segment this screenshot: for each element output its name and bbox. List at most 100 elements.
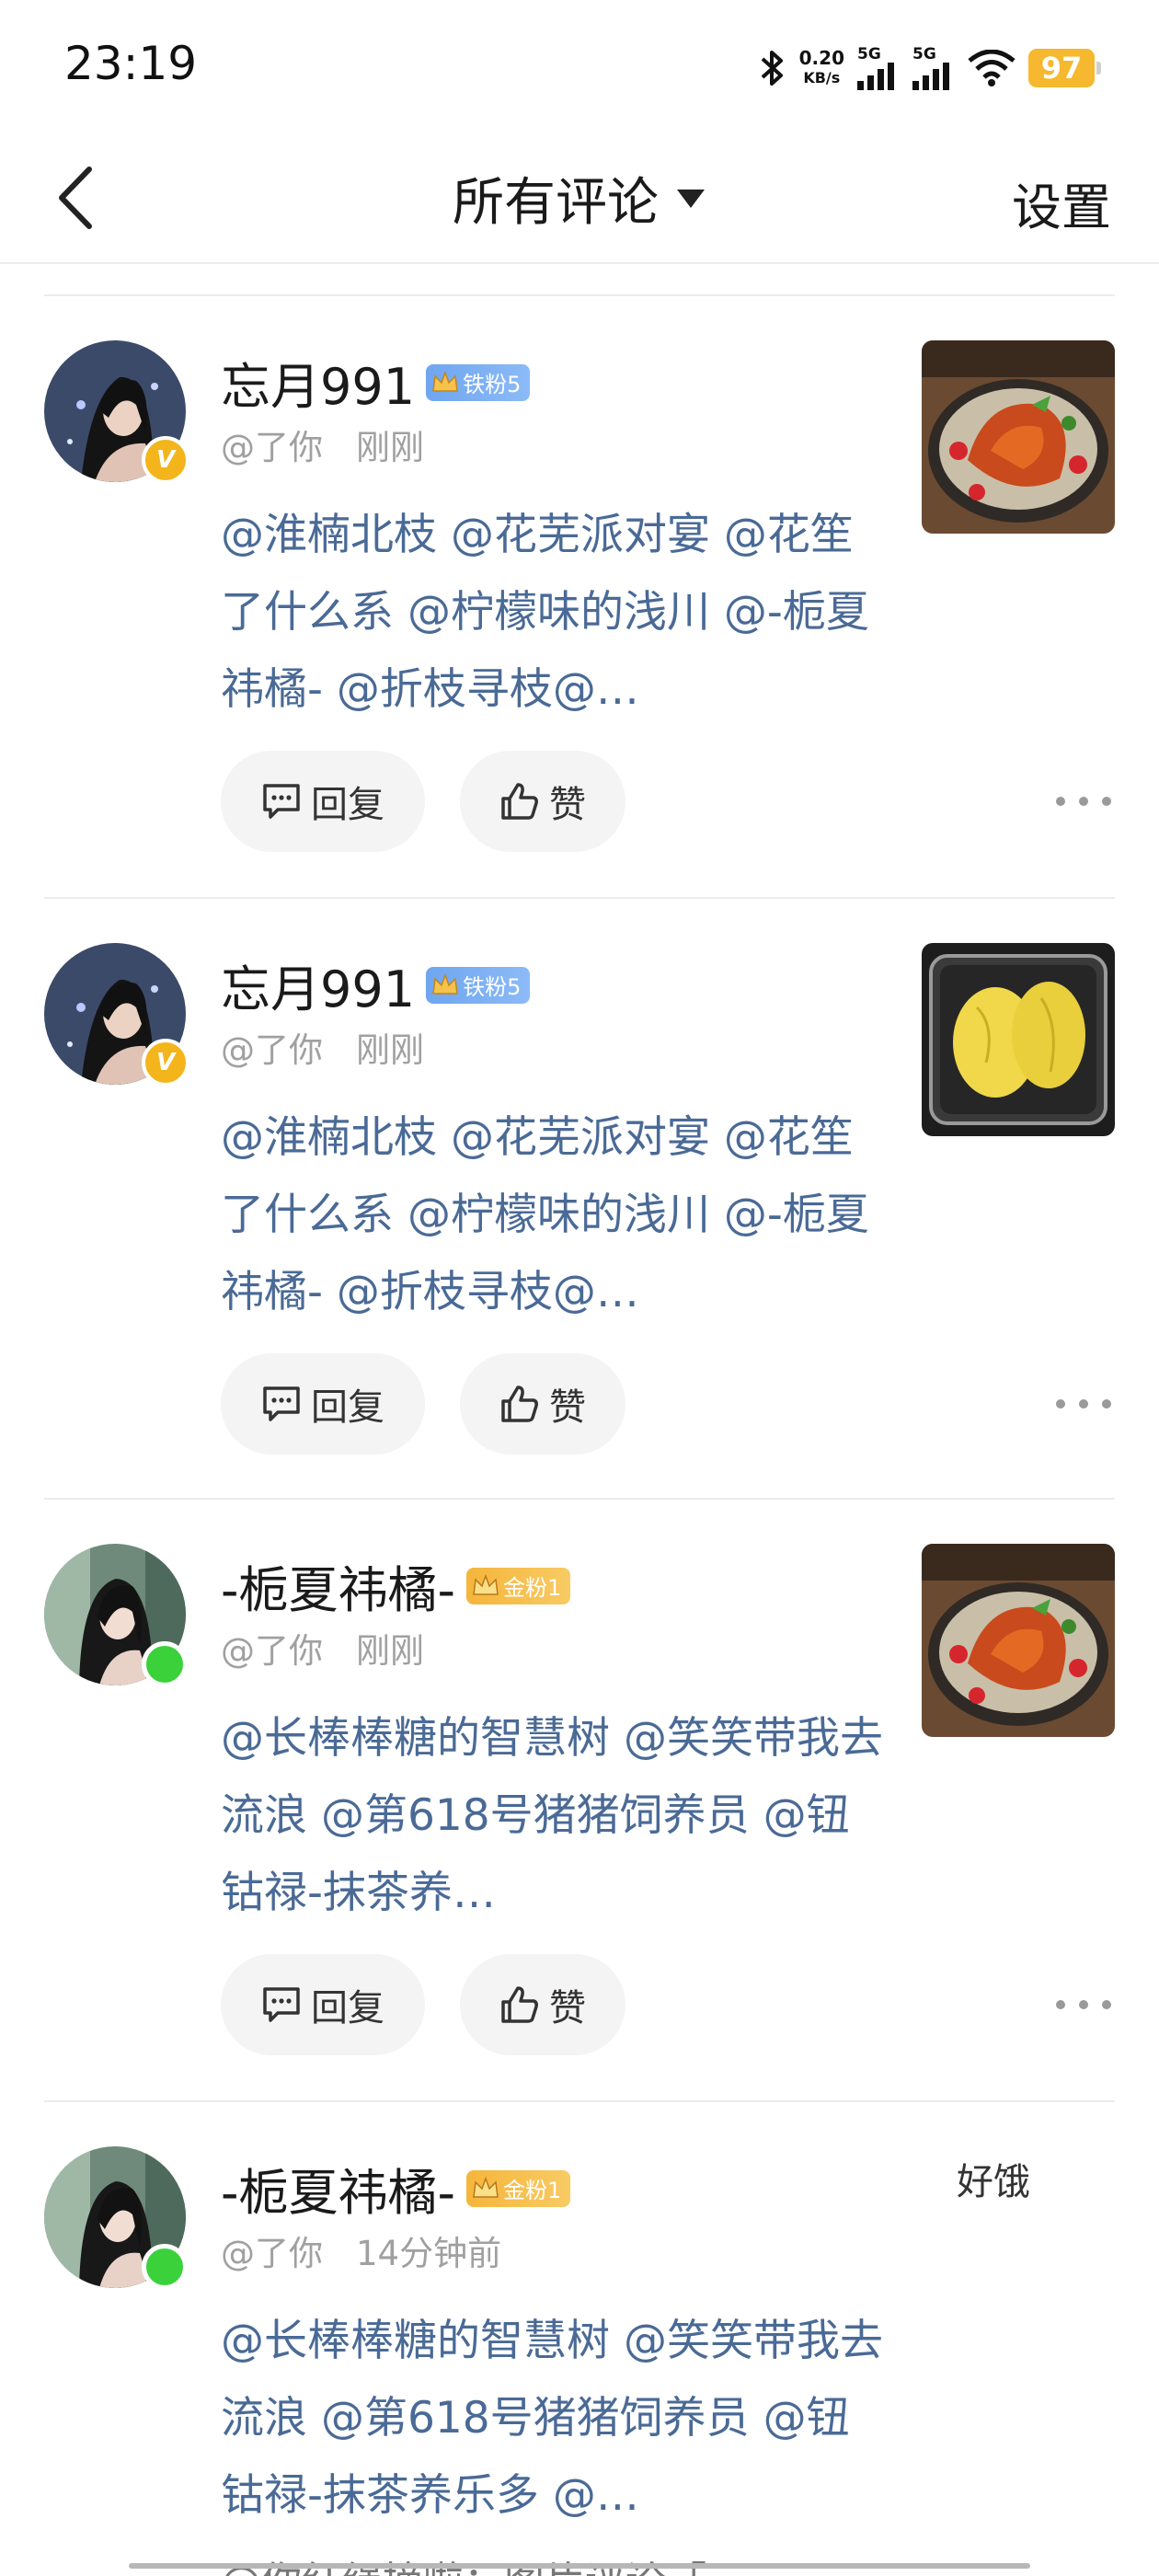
comment-actions: 回复 赞 — [221, 1353, 625, 1455]
signal-sim1: 5G — [857, 46, 900, 90]
comment-text[interactable]: @长棒棒糖的智慧树 @笑笑带我去流浪 @第618号猪猪饲养员 @钮钴禄-抹茶养… — [221, 1700, 883, 1932]
crown-icon — [432, 972, 458, 995]
fan-badge-label: 金粉1 — [502, 1575, 562, 1601]
more-options-icon[interactable] — [1056, 788, 1111, 815]
thumbs-up-icon — [501, 1386, 538, 1422]
comment-image[interactable] — [922, 340, 1115, 534]
comment-time: 刚刚 — [356, 1030, 424, 1070]
crown-icon — [432, 370, 458, 392]
reply-button[interactable]: 回复 — [221, 1954, 425, 2055]
mention-label: @了你 — [221, 428, 323, 467]
fan-badge-label: 铁粉5 — [463, 372, 522, 397]
online-status-icon — [142, 1641, 188, 1687]
fan-level-badge: 金粉1 — [465, 1567, 571, 1604]
thumbs-up-icon — [501, 783, 538, 820]
signal-sim2: 5G — [912, 46, 955, 90]
user-name[interactable]: 忘月991 — [221, 346, 415, 419]
comment-item[interactable]: V 忘月991 铁粉5 @了你 刚刚 @淮楠北枝 @花芜派对宴 @花笙了什么系 … — [0, 294, 1159, 897]
user-name[interactable]: 忘月991 — [221, 949, 415, 1021]
comment-image[interactable] — [922, 1544, 1115, 1737]
crown-icon — [473, 2176, 499, 2198]
reply-button[interactable]: 回复 — [221, 1353, 425, 1455]
comment-bubble-icon — [263, 784, 300, 819]
comment-time: 刚刚 — [356, 1631, 424, 1671]
name-row: -栀夏祎橘- 金粉1 — [221, 1549, 571, 1622]
reply-label: 回复 — [311, 1987, 384, 2030]
mention-label: @了你 — [221, 1631, 323, 1671]
comment-meta: @了你 刚刚 — [221, 1022, 424, 1072]
comment-filter-dropdown[interactable]: 所有评论 — [0, 161, 1159, 236]
like-button[interactable]: 赞 — [460, 1954, 625, 2055]
verified-badge-icon: V — [142, 1039, 189, 1087]
mention-label: @了你 — [221, 2234, 323, 2273]
like-label: 赞 — [549, 1987, 586, 2030]
comment-time: 14分钟前 — [356, 2234, 502, 2273]
status-bar: 23:19 0.20 KB/s 5G 5G 97 — [0, 0, 1159, 133]
fan-badge-label: 金粉1 — [502, 2178, 562, 2203]
settings-button[interactable]: 设置 — [1012, 167, 1111, 239]
comment-meta: @了你 刚刚 — [221, 1623, 424, 1673]
partial-next-item: @你红绳摘啦：图片评论「 — [221, 2548, 706, 2576]
battery-level: 97 — [1040, 51, 1083, 86]
user-name[interactable]: -栀夏祎橘- — [221, 1549, 455, 1622]
home-indicator[interactable] — [129, 2563, 1030, 2569]
comments-page: 23:19 0.20 KB/s 5G 5G 97 所有评论 设置 V 忘月991… — [0, 0, 1159, 2576]
fan-level-badge: 铁粉5 — [426, 363, 531, 401]
comment-item[interactable]: V 忘月991 铁粉5 @了你 刚刚 @淮楠北枝 @花芜派对宴 @花笙了什么系 … — [0, 897, 1159, 1498]
reply-button[interactable]: 回复 — [221, 751, 425, 852]
fan-level-badge: 金粉1 — [465, 2169, 571, 2207]
mention-label: @了你 — [221, 1030, 323, 1070]
comment-item[interactable]: -栀夏祎橘- 金粉1 @了你 刚刚 @长棒棒糖的智慧树 @笑笑带我去流浪 @第6… — [0, 1498, 1159, 2100]
comment-time: 刚刚 — [356, 428, 424, 467]
name-row: 忘月991 铁粉5 — [221, 949, 531, 1021]
signal-bars-icon — [912, 63, 949, 90]
like-button[interactable]: 赞 — [460, 1353, 625, 1455]
comment-image[interactable] — [922, 943, 1115, 1136]
comment-text[interactable]: @长棒棒糖的智慧树 @笑笑带我去流浪 @第618号猪猪饲养员 @钮钴禄-抹茶养乐… — [221, 2303, 883, 2535]
top-navigation-bar: 所有评论 设置 — [0, 133, 1159, 264]
comment-actions: 回复 赞 — [221, 1954, 625, 2055]
sim1-label: 5G — [857, 45, 881, 63]
status-time: 23:19 — [64, 37, 198, 90]
like-label: 赞 — [549, 1386, 586, 1429]
network-speed: 0.20 KB/s — [799, 48, 844, 88]
avatar[interactable] — [44, 2146, 188, 2290]
more-options-icon[interactable] — [1056, 1390, 1111, 1418]
comment-bubble-icon — [263, 1386, 300, 1421]
comment-bubble-icon — [263, 1987, 300, 2022]
battery-indicator: 97 — [1028, 49, 1101, 87]
reply-label: 回复 — [311, 784, 384, 826]
caret-down-icon — [677, 189, 705, 208]
net-speed-unit: KB/s — [803, 69, 841, 86]
page-title: 所有评论 — [453, 173, 659, 233]
like-label: 赞 — [549, 784, 586, 826]
net-speed-value: 0.20 — [798, 47, 844, 69]
avatar[interactable]: V — [44, 943, 189, 1087]
status-icons: 0.20 KB/s 5G 5G 97 — [757, 40, 1101, 96]
comment-item[interactable]: -栀夏祎橘- 金粉1 @了你 14分钟前 @长棒棒糖的智慧树 @笑笑带我去流浪 … — [0, 2100, 1159, 2576]
avatar[interactable]: V — [44, 340, 189, 484]
user-name[interactable]: -栀夏祎橘- — [221, 2152, 455, 2225]
fan-badge-label: 铁粉5 — [463, 974, 522, 1000]
comment-meta: @了你 刚刚 — [221, 420, 424, 469]
comment-meta: @了你 14分钟前 — [221, 2225, 501, 2275]
more-options-icon[interactable] — [1056, 1991, 1111, 2018]
signal-bars-icon — [857, 63, 894, 90]
reply-label: 回复 — [311, 1386, 384, 1429]
thumbs-up-icon — [501, 1986, 538, 2023]
crown-icon — [473, 1573, 499, 1595]
name-row: 忘月991 铁粉5 — [221, 346, 531, 419]
online-status-icon — [142, 2244, 188, 2290]
sim2-label: 5G — [912, 45, 936, 63]
avatar[interactable] — [44, 1544, 188, 1687]
comment-text[interactable]: @淮楠北枝 @花芜派对宴 @花笙了什么系 @柠檬味的浅川 @-栀夏祎橘- @折枝… — [221, 497, 883, 729]
wifi-icon — [968, 50, 1016, 86]
quoted-original-text[interactable]: 好饿 — [957, 2152, 1030, 2205]
name-row: -栀夏祎橘- 金粉1 — [221, 2152, 571, 2225]
like-button[interactable]: 赞 — [460, 751, 625, 852]
bluetooth-icon — [761, 51, 783, 86]
verified-badge-icon: V — [142, 436, 189, 484]
comment-actions: 回复 赞 — [221, 751, 625, 852]
fan-level-badge: 铁粉5 — [426, 966, 531, 1004]
comment-text[interactable]: @淮楠北枝 @花芜派对宴 @花笙了什么系 @柠檬味的浅川 @-栀夏祎橘- @折枝… — [221, 1099, 883, 1331]
